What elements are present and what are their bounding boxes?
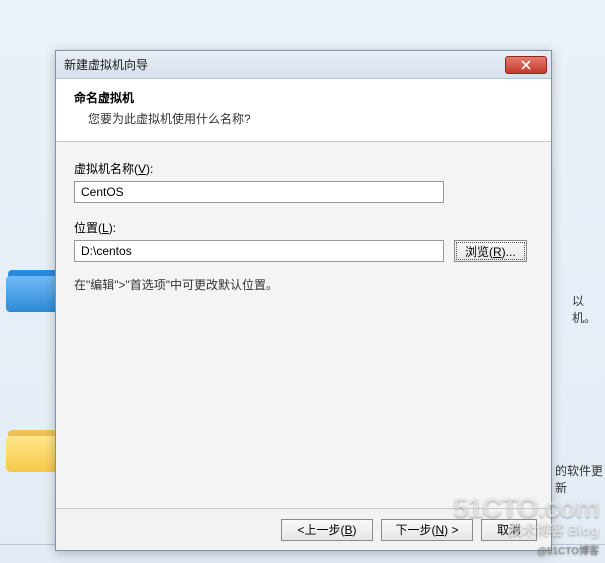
background-text: 的软件更新: [555, 462, 605, 496]
wizard-dialog: 新建虚拟机向导 命名虚拟机 您要为此虚拟机使用什么名称? 虚拟机名称(V): 位…: [55, 50, 552, 551]
vm-name-label: 虚拟机名称(V):: [74, 160, 533, 177]
next-button[interactable]: 下一步(N) >: [381, 519, 473, 541]
vm-name-input[interactable]: [74, 181, 444, 203]
page-subtitle: 您要为此虚拟机使用什么名称?: [88, 110, 533, 127]
location-label: 位置(L):: [74, 219, 533, 236]
cancel-button[interactable]: 取消: [481, 519, 537, 541]
dialog-body: 命名虚拟机 您要为此虚拟机使用什么名称? 虚拟机名称(V): 位置(L): 浏览…: [56, 79, 551, 508]
background-text: 以机。: [572, 292, 605, 326]
header-section: 命名虚拟机 您要为此虚拟机使用什么名称?: [56, 79, 551, 142]
location-input[interactable]: [74, 240, 444, 262]
back-button[interactable]: <上一步(B): [281, 519, 373, 541]
titlebar[interactable]: 新建虚拟机向导: [56, 51, 551, 79]
hint-text: 在"编辑">"首选项"中可更改默认位置。: [74, 276, 533, 293]
form-section: 虚拟机名称(V): 位置(L): 浏览(R)... 在"编辑">"首选项"中可更…: [56, 142, 551, 293]
page-title: 命名虚拟机: [74, 89, 533, 106]
browse-button[interactable]: 浏览(R)...: [454, 240, 527, 262]
close-icon: [521, 60, 531, 70]
close-button[interactable]: [505, 56, 547, 74]
window-title: 新建虚拟机向导: [64, 56, 505, 73]
dialog-footer: <上一步(B) 下一步(N) > 取消: [56, 508, 551, 550]
